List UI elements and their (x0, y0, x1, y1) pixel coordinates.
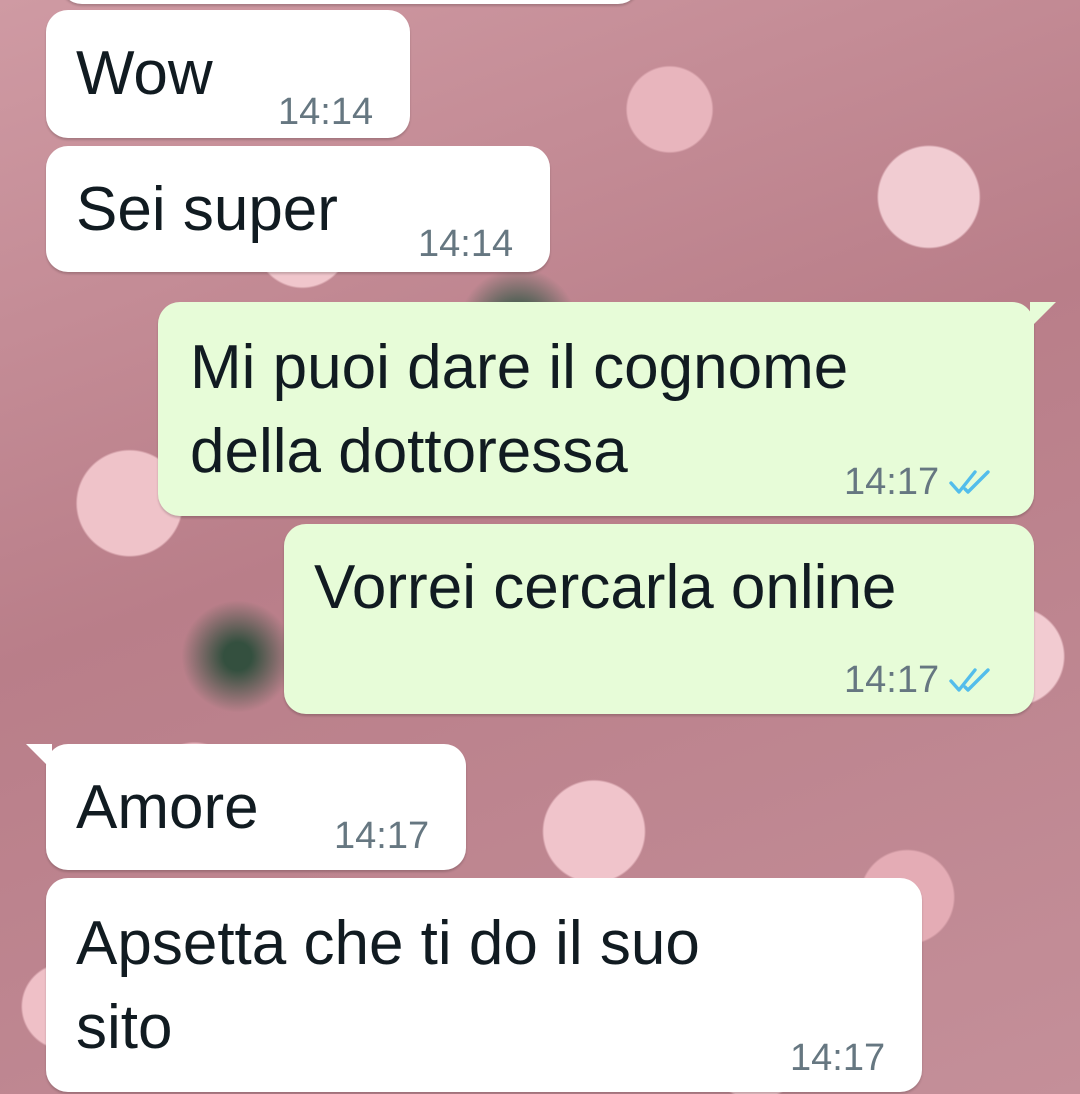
message-text: Amore (76, 773, 259, 842)
message-bubble-outgoing[interactable]: Mi puoi dare il cognome della dottoressa… (158, 302, 1056, 516)
chat-area: Wow 14:14 Sei super 14:14 Mi puoi dare i… (0, 0, 1080, 1094)
message-text: Mi puoi dare il cognome della dottoressa (190, 333, 849, 486)
message-bubble-incoming[interactable]: Apsetta che ti do il suo sito 14:17 (46, 878, 922, 1092)
double-check-icon (949, 470, 990, 494)
message-text: Wow (76, 39, 213, 108)
message-time: 14:17 (844, 660, 993, 700)
message-bubble-incoming[interactable]: Wow 14:14 (46, 10, 410, 138)
message-text: Apsetta che ti do il suo sito (76, 909, 700, 1062)
message-text: Sei super (76, 175, 338, 244)
message-time-label: 14:17 (844, 461, 940, 503)
message-time-label: 14:17 (844, 659, 940, 701)
message-time-label: 14:14 (418, 223, 514, 265)
message-time: 14:17 (790, 1038, 885, 1078)
message-bubble-incoming[interactable]: Amore 14:17 (26, 744, 466, 870)
message-text: Vorrei cercarla online (314, 553, 897, 622)
message-time-label: 14:14 (278, 91, 374, 133)
message-time-label: 14:17 (334, 815, 430, 857)
double-check-icon (949, 668, 990, 692)
message-time: 14:14 (278, 92, 373, 132)
message-bubble-outgoing[interactable]: Vorrei cercarla online 14:17 (284, 524, 1034, 714)
message-bubble-partial[interactable] (60, 0, 640, 4)
message-time-label: 14:17 (790, 1037, 886, 1079)
message-time: 14:17 (844, 462, 993, 502)
message-bubble-incoming[interactable]: Sei super 14:14 (46, 146, 550, 272)
message-time: 14:17 (334, 816, 429, 856)
message-time: 14:14 (418, 224, 513, 264)
